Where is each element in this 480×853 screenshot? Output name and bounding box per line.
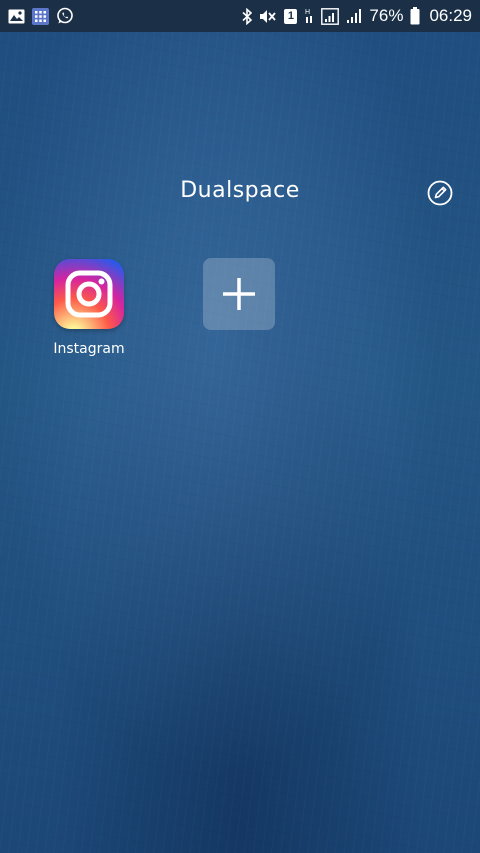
sim-label: 1: [284, 8, 298, 24]
page-title: Dualspace: [180, 178, 300, 203]
instagram-icon: [54, 259, 124, 329]
status-bar-clock: 06:29: [429, 6, 472, 25]
battery-percentage: 76%: [369, 6, 404, 25]
add-app-button[interactable]: [203, 258, 275, 330]
data-icon: H: [304, 7, 314, 25]
signal-icon: [321, 7, 340, 25]
edit-pencil-icon: [427, 180, 453, 206]
gallery-icon: [8, 9, 25, 24]
app-item-instagram[interactable]: Instagram: [46, 259, 132, 357]
whatsapp-icon: [56, 7, 74, 25]
battery-icon: [410, 7, 420, 25]
app-label: Instagram: [53, 341, 125, 357]
status-bar-right: 1 H 76% 06:29: [242, 6, 472, 26]
bluetooth-icon: [242, 7, 253, 25]
background-texture: [0, 32, 480, 853]
plus-icon: [223, 278, 255, 310]
sim-icon: 1: [284, 8, 298, 24]
svg-text:H: H: [305, 9, 310, 16]
status-bar: 1 H 76% 06:29: [0, 0, 480, 32]
mute-icon: [259, 8, 277, 25]
edit-button[interactable]: [427, 180, 453, 206]
status-bar-left: [8, 7, 74, 25]
app-grid-icon: [32, 7, 49, 25]
wifi-signal-icon: [346, 8, 362, 24]
